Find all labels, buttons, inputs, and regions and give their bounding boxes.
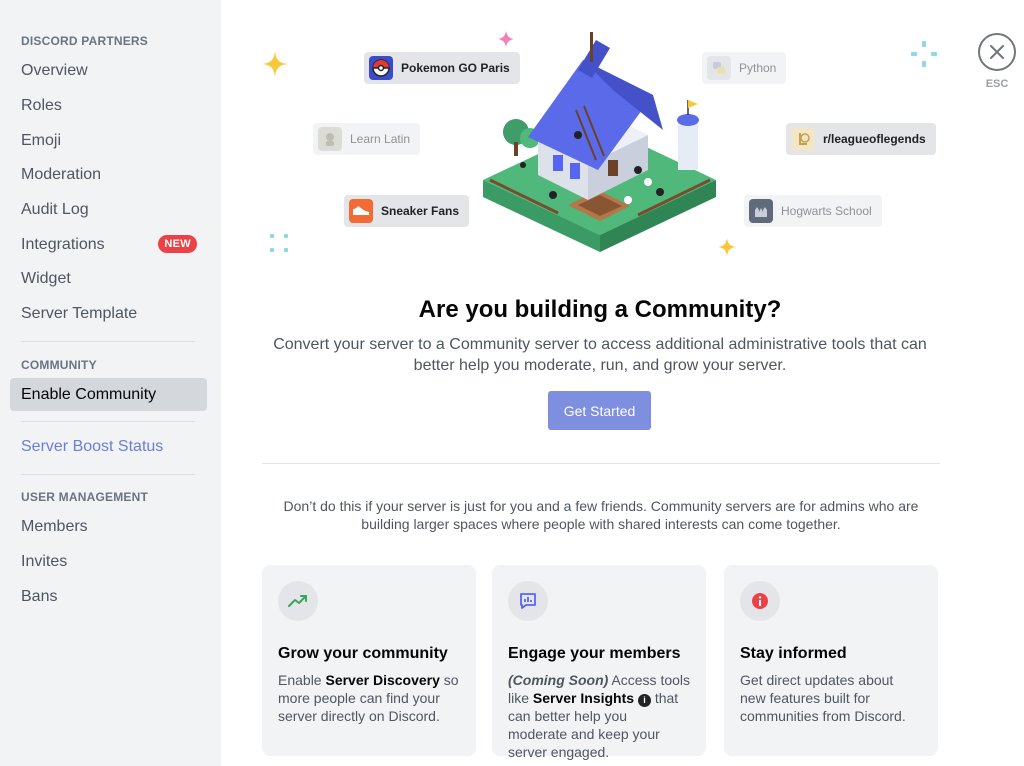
- sidebar-item-label: Invites: [21, 552, 68, 570]
- server-insights-label: Server Insights: [532, 690, 635, 706]
- server-chip-r-leagueoflegends: r/leagueoflegends: [786, 123, 936, 155]
- sidebar-item-server-boost-status[interactable]: Server Boost Status: [10, 430, 207, 463]
- sparkle-icon: [911, 41, 937, 67]
- settings-sidebar: DISCORD PARTNERS Overview Roles Emoji Mo…: [0, 0, 221, 766]
- close-icon: [990, 45, 1004, 59]
- card-title: Stay informed: [740, 645, 847, 662]
- server-discovery-label: Server Discovery: [325, 672, 440, 688]
- section-header-community: COMMUNITY: [21, 358, 97, 372]
- server-chip-python: Python: [702, 52, 787, 84]
- hogwarts-icon: [749, 199, 773, 223]
- sidebar-item-audit-log[interactable]: Audit Log: [10, 193, 207, 226]
- close-button[interactable]: [978, 33, 1016, 71]
- sidebar-item-label: Server Boost Status: [21, 437, 164, 455]
- icon-circle: [278, 581, 318, 621]
- coming-soon-label: (Coming Soon): [508, 672, 609, 688]
- sparkle-icon: [270, 234, 288, 252]
- content-divider: [262, 463, 940, 464]
- esc-label: ESC: [985, 78, 1009, 90]
- server-chip-sneaker-fans: Sneaker Fans: [344, 195, 470, 227]
- server-chip-pokemon-go-paris: Pokemon GO Paris: [364, 52, 520, 84]
- sidebar-item-enable-community[interactable]: Enable Community: [10, 378, 207, 411]
- sidebar-item-server-template[interactable]: Server Template: [10, 297, 207, 330]
- icon-circle: [740, 581, 780, 621]
- sidebar-item-bans[interactable]: Bans: [10, 580, 207, 613]
- sidebar-item-label: Moderation: [21, 165, 102, 183]
- sidebar-divider: [21, 341, 195, 342]
- card-body: Enable Server Discovery so more people c…: [278, 671, 460, 725]
- sidebar-item-integrations[interactable]: Integrations NEW: [10, 228, 207, 261]
- sidebar-item-label: Integrations: [21, 235, 105, 253]
- server-name: r/leagueoflegends: [823, 132, 926, 146]
- get-started-button[interactable]: Get Started: [548, 391, 651, 430]
- sidebar-item-label: Enable Community: [21, 385, 157, 403]
- server-name: Hogwarts School: [781, 204, 872, 218]
- sidebar-item-overview[interactable]: Overview: [10, 54, 207, 87]
- sidebar-item-roles[interactable]: Roles: [10, 89, 207, 122]
- card-title: Grow your community: [278, 645, 448, 662]
- pokeball-icon: [369, 56, 393, 80]
- sidebar-divider: [21, 421, 195, 422]
- sidebar-item-label: Members: [21, 517, 88, 535]
- sidebar-item-label: Bans: [21, 587, 58, 605]
- sidebar-item-invites[interactable]: Invites: [10, 545, 207, 578]
- sidebar-item-members[interactable]: Members: [10, 510, 207, 543]
- section-header-discord-partners: DISCORD PARTNERS: [21, 34, 148, 48]
- card-title: Engage your members: [508, 645, 681, 662]
- sidebar-item-label: Widget: [21, 269, 71, 287]
- page-subtitle: Convert your server to a Community serve…: [273, 336, 927, 374]
- sidebar-divider: [21, 474, 195, 475]
- new-badge: NEW: [158, 235, 197, 253]
- league-icon: [791, 127, 815, 151]
- feature-card-grow: Grow your community Enable Server Discov…: [262, 565, 476, 756]
- server-chip-hogwarts-school: Hogwarts School: [744, 195, 882, 227]
- statue-icon: [318, 127, 342, 151]
- card-body-text: Enable: [278, 672, 326, 688]
- sidebar-item-label: Server Template: [21, 304, 138, 322]
- sidebar-item-label: Audit Log: [21, 200, 89, 218]
- icon-circle: [508, 581, 548, 621]
- info-icon[interactable]: i: [637, 693, 651, 707]
- server-name: Pokemon GO Paris: [401, 61, 510, 75]
- card-body: Get direct updates about new features bu…: [740, 672, 906, 724]
- card-body: (Coming Soon) Access tools like Server I…: [508, 671, 690, 761]
- community-note: Don’t do this if your server is just for…: [283, 498, 919, 532]
- feature-card-stay-informed: Stay informed Get direct updates about n…: [724, 565, 938, 756]
- server-chip-learn-latin: Learn Latin: [313, 123, 421, 155]
- server-name: Python: [739, 61, 777, 75]
- server-name: Sneaker Fans: [381, 204, 460, 218]
- sidebar-item-label: Emoji: [21, 131, 62, 149]
- community-illustration: Pokemon GO Paris Python Learn Latin r/le…: [240, 20, 960, 280]
- info-icon: [752, 593, 768, 609]
- python-icon: [707, 56, 731, 80]
- sneaker-icon: [349, 199, 373, 223]
- sidebar-item-moderation[interactable]: Moderation: [10, 158, 207, 191]
- section-header-user-management: USER MANAGEMENT: [21, 490, 149, 504]
- sidebar-item-label: Roles: [21, 96, 62, 114]
- sidebar-item-widget[interactable]: Widget: [10, 262, 207, 295]
- sidebar-item-emoji[interactable]: Emoji: [10, 124, 207, 157]
- feature-card-engage: Engage your members (Coming Soon) Access…: [492, 565, 706, 760]
- sparkle-icon: [262, 51, 288, 77]
- sidebar-item-label: Overview: [21, 61, 88, 79]
- server-name: Learn Latin: [350, 132, 411, 146]
- trending-up-icon: [288, 595, 307, 607]
- page-title: Are you building a Community?: [418, 296, 782, 323]
- insights-icon: [520, 593, 536, 609]
